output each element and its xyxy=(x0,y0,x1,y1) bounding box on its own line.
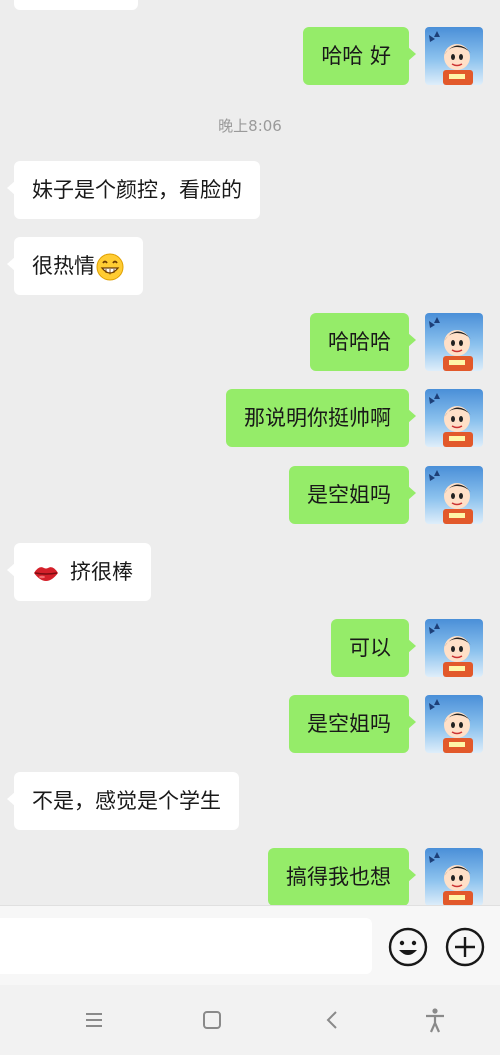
plus-icon[interactable] xyxy=(444,926,486,968)
crayon-shin-chan-avatar-icon xyxy=(429,393,473,447)
accessibility-icon[interactable] xyxy=(420,1005,450,1035)
avatar[interactable] xyxy=(425,695,483,753)
message-text: 是空姐吗 xyxy=(307,483,391,507)
message-bubble-outgoing[interactable]: 搞得我也想 xyxy=(268,848,416,905)
message-bubble-partial[interactable] xyxy=(14,0,138,10)
message-bubble-incoming[interactable]: 很热情 xyxy=(7,237,143,295)
message-input[interactable] xyxy=(0,918,372,974)
message-bubble-outgoing[interactable]: 是空姐吗 xyxy=(289,695,416,753)
crayon-shin-chan-avatar-icon xyxy=(429,852,473,905)
message-bubble-outgoing[interactable]: 那说明你挺帅啊 xyxy=(226,389,416,447)
crayon-shin-chan-avatar-icon xyxy=(429,31,473,85)
emoji-icon[interactable] xyxy=(387,926,429,968)
message-text: 妹子是个颜控，看脸的 xyxy=(32,178,242,202)
back-icon[interactable] xyxy=(318,1005,348,1035)
chat-area[interactable]: 哈哈 好 晚上8:06 妹子是个颜控，看脸的 很热情 哈哈哈 那说明你挺帅啊 是… xyxy=(0,0,500,905)
timestamp: 晚上8:06 xyxy=(218,117,282,135)
message-bubble-incoming[interactable]: 挤很棒 xyxy=(7,543,151,601)
home-icon[interactable] xyxy=(197,1005,227,1035)
menu-icon[interactable] xyxy=(79,1005,109,1035)
crayon-shin-chan-avatar-icon xyxy=(429,699,473,753)
crayon-shin-chan-avatar-icon xyxy=(429,470,473,524)
message-bubble-outgoing[interactable]: 哈哈哈 xyxy=(310,313,416,371)
grin-emoji-icon xyxy=(96,253,124,281)
message-text: 不是，感觉是个学生 xyxy=(32,789,221,813)
message-text: 可以 xyxy=(349,636,391,660)
avatar[interactable] xyxy=(425,27,483,85)
message-bubble-outgoing[interactable]: 哈哈 好 xyxy=(303,27,416,85)
avatar[interactable] xyxy=(425,848,483,905)
message-text: 哈哈 好 xyxy=(321,44,391,68)
message-bubble-incoming[interactable]: 妹子是个颜控，看脸的 xyxy=(7,161,260,219)
message-text: 那说明你挺帅啊 xyxy=(244,406,391,430)
avatar[interactable] xyxy=(425,313,483,371)
input-bar xyxy=(0,905,500,985)
message-text: 很热情 xyxy=(32,254,95,278)
message-text: 搞得我也想 xyxy=(286,865,391,889)
message-bubble-incoming[interactable]: 不是，感觉是个学生 xyxy=(7,772,239,830)
avatar[interactable] xyxy=(425,389,483,447)
system-nav-bar xyxy=(0,985,500,1055)
message-text: 是空姐吗 xyxy=(307,712,391,736)
crayon-shin-chan-avatar-icon xyxy=(429,623,473,677)
avatar[interactable] xyxy=(425,619,483,677)
message-text: 哈哈哈 xyxy=(328,330,391,354)
lips-emoji-icon xyxy=(34,567,58,581)
message-bubble-outgoing[interactable]: 是空姐吗 xyxy=(289,466,416,524)
message-bubble-outgoing[interactable]: 可以 xyxy=(331,619,416,677)
avatar[interactable] xyxy=(425,466,483,524)
crayon-shin-chan-avatar-icon xyxy=(429,317,473,371)
message-text: 挤很棒 xyxy=(70,560,133,584)
